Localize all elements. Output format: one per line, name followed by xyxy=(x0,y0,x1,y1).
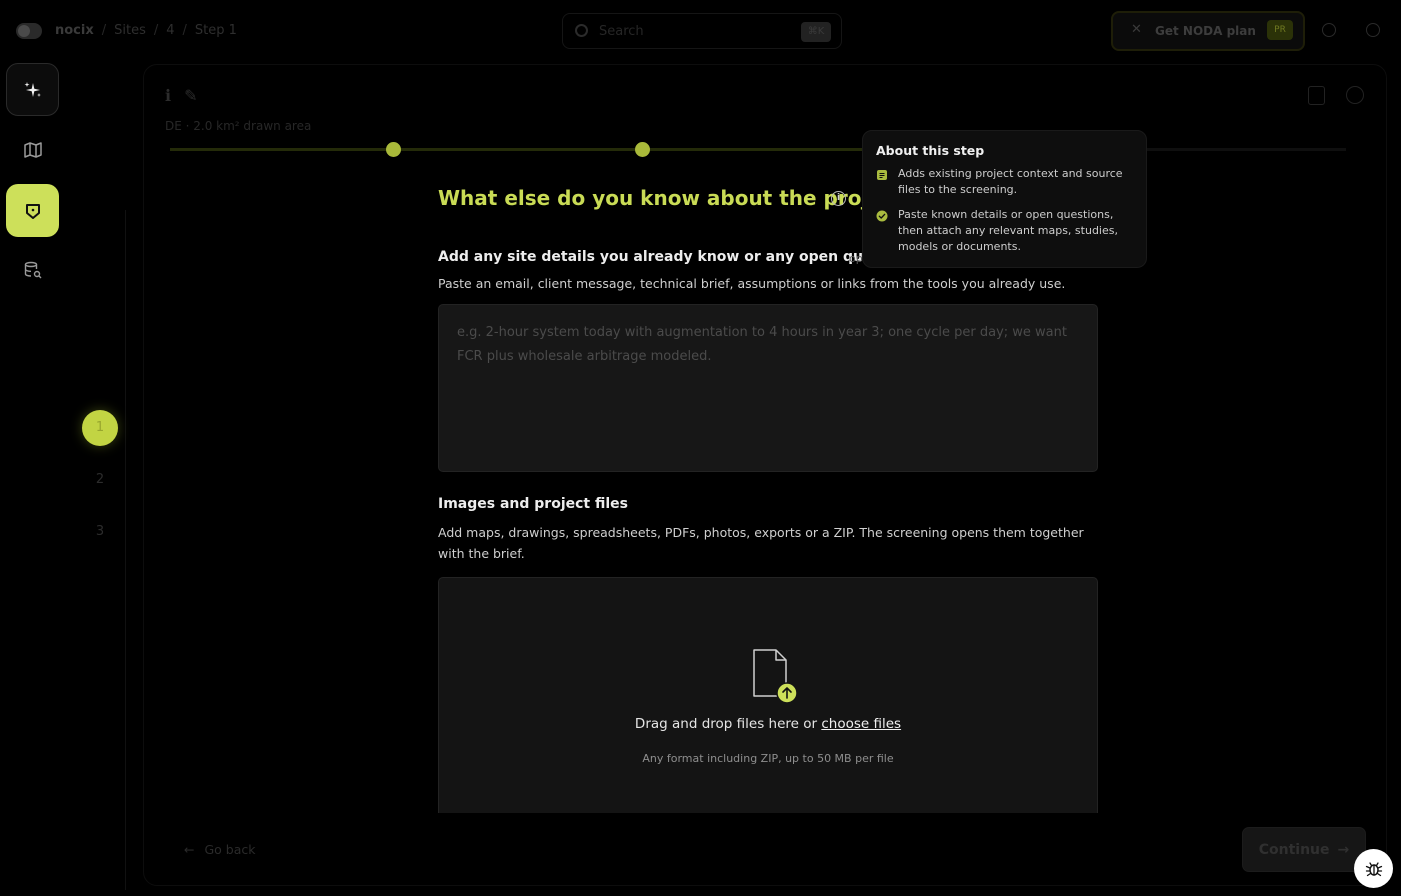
breadcrumb-separator: / xyxy=(182,23,187,38)
breadcrumb-separator: / xyxy=(153,23,159,38)
help-icon[interactable] xyxy=(1322,23,1336,37)
document-icon xyxy=(877,170,887,180)
check-circle-icon xyxy=(876,210,888,222)
bug-icon xyxy=(1365,861,1382,876)
area-summary: DE · 2.0 km² drawn area xyxy=(165,119,312,133)
step-info-tooltip: About this step Adds existing project co… xyxy=(862,130,1147,268)
sidebar-item-data[interactable] xyxy=(6,243,59,296)
sidebar-item-map[interactable] xyxy=(6,123,59,176)
search-shortcut-badge: ⌘K xyxy=(801,22,831,42)
card-toolbar: ℹ ✎ xyxy=(165,86,198,105)
top-bar: nocix / Sites / 4 / Step 1 Search ⌘K ✕ Get NOD… xyxy=(0,0,1401,62)
logo-toggle-icon[interactable] xyxy=(16,23,42,39)
sidebar-item-screening[interactable] xyxy=(6,184,59,237)
step-indicator-2[interactable]: 2 xyxy=(82,462,118,498)
clipboard-icon[interactable] xyxy=(1308,86,1325,105)
more-icon[interactable] xyxy=(1346,86,1364,104)
stepper-line xyxy=(125,210,126,890)
tooltip-item-text: Adds existing project context and source… xyxy=(898,167,1123,196)
breadcrumb-separator: / xyxy=(101,23,107,38)
search-placeholder: Search xyxy=(599,24,644,39)
details-label: Add any site details you already know or… xyxy=(438,249,921,265)
choose-files-link[interactable]: choose files xyxy=(821,716,901,732)
arrow-right-icon: → xyxy=(1337,841,1350,858)
database-search-icon xyxy=(24,261,41,278)
breadcrumb-step: Step 1 xyxy=(194,23,237,38)
drop-constraints: Any format including ZIP, up to 50 MB pe… xyxy=(642,752,894,765)
search-icon xyxy=(575,24,588,37)
breadcrumb: nocix / Sites / 4 / Step 1 xyxy=(55,23,237,38)
info-icon[interactable]: ℹ xyxy=(165,86,171,105)
arrow-left-icon: ← xyxy=(184,842,195,857)
step-indicator-3[interactable]: 3 xyxy=(82,514,118,550)
sparkle-icon xyxy=(24,81,41,97)
tooltip-title: About this step xyxy=(876,143,985,158)
go-back-label: Go back xyxy=(204,842,256,857)
progress-dot-1 xyxy=(386,142,401,157)
continue-label: Continue xyxy=(1258,841,1330,858)
sidebar-item-ai[interactable] xyxy=(6,63,59,116)
progress-track xyxy=(170,148,870,151)
drop-instructions: Drag and drop files here or choose files xyxy=(439,716,1097,732)
info-icon[interactable]: i xyxy=(831,191,846,206)
breadcrumb-brand[interactable]: nocix xyxy=(55,23,94,38)
progress-track-remaining xyxy=(1146,148,1346,151)
tooltip-item-text: Paste known details or open questions, t… xyxy=(898,208,1118,253)
files-label: Images and project files xyxy=(438,496,628,512)
breadcrumb-sites[interactable]: Sites xyxy=(114,23,146,38)
get-plan-label: Get NODA plan xyxy=(1155,24,1256,38)
tooltip-item: Adds existing project context and source… xyxy=(876,166,1133,198)
settings-icon[interactable] xyxy=(1366,23,1380,37)
progress-dot-2 xyxy=(635,142,650,157)
edit-icon[interactable]: ✎ xyxy=(184,86,197,105)
details-description: Paste an email, client message, technica… xyxy=(438,276,1066,291)
file-dropzone[interactable]: Drag and drop files here or choose files… xyxy=(438,577,1098,813)
go-back-button[interactable]: ← Go back xyxy=(184,842,255,857)
plan-badge: PR xyxy=(1267,20,1293,40)
breadcrumb-site-id[interactable]: 4 xyxy=(166,23,174,38)
map-icon xyxy=(23,141,42,158)
file-upload-icon xyxy=(753,649,798,704)
search-box[interactable]: Search ⌘K xyxy=(562,13,842,49)
tooltip-item: Paste known details or open questions, t… xyxy=(876,207,1133,255)
continue-button[interactable]: Continue → xyxy=(1242,827,1366,872)
bug-report-button[interactable] xyxy=(1354,849,1393,888)
drop-text: Drag and drop files here or xyxy=(634,716,818,732)
step-indicator-1[interactable]: 1 xyxy=(82,410,118,446)
files-description: Add maps, drawings, spreadsheets, PDFs, … xyxy=(438,525,1084,561)
tag-icon xyxy=(25,203,40,219)
details-textarea[interactable] xyxy=(438,304,1098,472)
get-plan-button[interactable]: ✕ Get NODA plan PR xyxy=(1111,11,1305,51)
close-icon[interactable]: ✕ xyxy=(1131,22,1142,37)
